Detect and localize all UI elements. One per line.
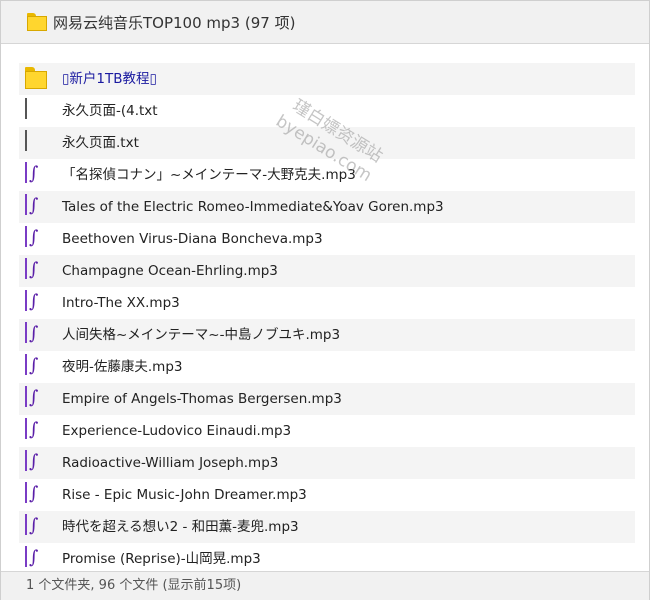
audio-file-icon: ∫: [25, 546, 49, 569]
status-bar: 1 个文件夹, 96 个文件 (显示前15项): [1, 571, 649, 600]
file-row[interactable]: ∫ 時代を超える想い2 - 和田薫-麦兜.mp3: [19, 511, 635, 543]
text-file-icon: [25, 130, 49, 155]
status-text: 1 个文件夹, 96 个文件 (显示前15项): [26, 578, 242, 593]
file-row[interactable]: ∫ 「名探偵コナン」~メインテーマ-大野克夫.mp3: [19, 159, 635, 191]
file-row[interactable]: ∫ Intro-The XX.mp3: [19, 287, 635, 319]
file-row[interactable]: 永久页面-(4.txt: [19, 95, 635, 127]
file-name: Experience-Ludovico Einaudi.mp3: [62, 423, 292, 439]
file-row[interactable]: ∫ 人间失格~メインテーマ~-中島ノブユキ.mp3: [19, 319, 635, 351]
file-name: Promise (Reprise)-山岡晃.mp3: [62, 551, 261, 567]
file-row[interactable]: ∫ Experience-Ludovico Einaudi.mp3: [19, 415, 635, 447]
file-name: 人间失格~メインテーマ~-中島ノブユキ.mp3: [62, 327, 341, 343]
file-row[interactable]: ∫ 夜明-佐藤康夫.mp3: [19, 351, 635, 383]
file-row[interactable]: ∫ Empire of Angels-Thomas Bergersen.mp3: [19, 383, 635, 415]
title-bar: 网易云纯音乐TOP100 mp3 (97 项): [1, 1, 649, 44]
audio-file-icon: ∫: [25, 418, 49, 443]
file-name: 時代を超える想い2 - 和田薫-麦兜.mp3: [62, 519, 299, 535]
audio-file-icon: ∫: [25, 162, 49, 187]
audio-file-icon: ∫: [25, 258, 49, 283]
file-row[interactable]: ▯新户1TB教程▯: [19, 63, 635, 95]
file-name: Radioactive-William Joseph.mp3: [62, 455, 279, 471]
audio-file-icon: ∫: [25, 226, 49, 251]
file-row[interactable]: ∫ Radioactive-William Joseph.mp3: [19, 447, 635, 479]
file-browser-window: 网易云纯音乐TOP100 mp3 (97 项) ▯新户1TB教程▯ 永久页面-(4…: [0, 0, 650, 600]
file-name: Tales of the Electric Romeo-Immediate&Yo…: [62, 199, 444, 215]
file-list: ▯新户1TB教程▯ 永久页面-(4.txt 永久页面.txt ∫ 「名探偵コナン」~メイ…: [19, 63, 635, 569]
audio-file-icon: ∫: [25, 450, 49, 475]
file-name: 夜明-佐藤康夫.mp3: [62, 359, 183, 375]
audio-file-icon: ∫: [25, 194, 49, 219]
file-name: Intro-The XX.mp3: [62, 295, 180, 311]
file-row[interactable]: 永久页面.txt: [19, 127, 635, 159]
audio-file-icon: ∫: [25, 514, 49, 539]
file-name: 永久页面-(4.txt: [62, 103, 158, 119]
file-row[interactable]: ∫ Rise - Epic Music-John Dreamer.mp3: [19, 479, 635, 511]
file-row[interactable]: ∫ Tales of the Electric Romeo-Immediate&Y…: [19, 191, 635, 223]
file-name: Champagne Ocean-Ehrling.mp3: [62, 263, 278, 279]
file-name: Empire of Angels-Thomas Bergersen.mp3: [62, 391, 342, 407]
file-name: Rise - Epic Music-John Dreamer.mp3: [62, 487, 307, 503]
audio-file-icon: ∫: [25, 322, 49, 347]
text-file-icon: [25, 98, 49, 123]
file-row[interactable]: ∫ Champagne Ocean-Ehrling.mp3: [19, 255, 635, 287]
file-name: 「名探偵コナン」~メインテーマ-大野克夫.mp3: [62, 167, 356, 183]
file-name: 永久页面.txt: [62, 135, 139, 151]
file-name: Beethoven Virus-Diana Boncheva.mp3: [62, 231, 323, 247]
folder-icon: [27, 13, 47, 31]
file-row[interactable]: ∫ Promise (Reprise)-山岡晃.mp3: [19, 543, 635, 569]
folder-icon: [25, 67, 49, 91]
audio-file-icon: ∫: [25, 386, 49, 411]
audio-file-icon: ∫: [25, 354, 49, 379]
audio-file-icon: ∫: [25, 482, 49, 507]
audio-file-icon: ∫: [25, 290, 49, 315]
window-title: 网易云纯音乐TOP100 mp3 (97 项): [53, 13, 296, 32]
file-name: ▯新户1TB教程▯: [62, 71, 157, 87]
file-row[interactable]: ∫ Beethoven Virus-Diana Boncheva.mp3: [19, 223, 635, 255]
